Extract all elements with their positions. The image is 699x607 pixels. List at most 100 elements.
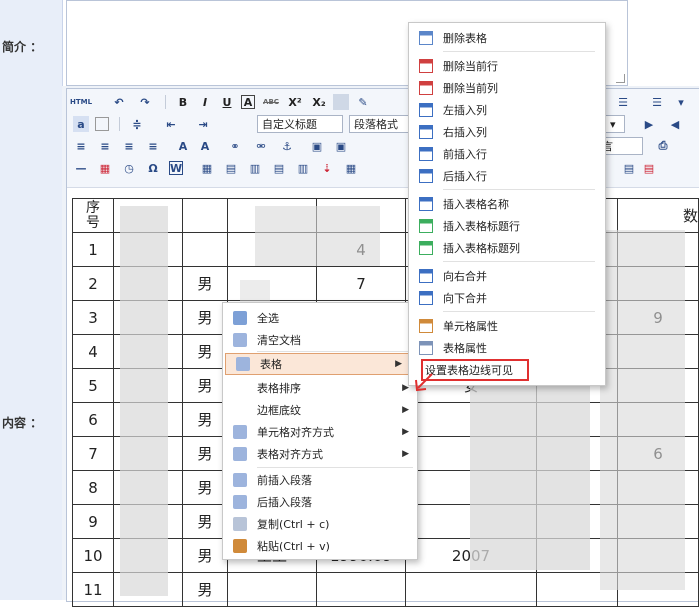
context-menu-item[interactable]: 单元格对齐方式 ▶ [223,421,417,443]
cell-gender[interactable]: 男 [182,504,228,539]
image-none-icon[interactable]: ▣ [333,138,349,154]
context-menu-item[interactable]: 边框底纹 ▶ [223,399,417,421]
bold-icon[interactable]: B [175,94,191,110]
format-painter-icon[interactable] [333,94,349,110]
word-paste-icon[interactable]: W [169,161,183,175]
align-justify-icon[interactable]: ≡ [145,138,161,154]
table-tool-icon[interactable]: ▤ [223,160,239,176]
cell-gender[interactable] [182,232,228,267]
time-icon[interactable]: ◷ [121,160,137,176]
indent-icon[interactable]: ⇥ [195,116,211,132]
italic-icon[interactable]: I [197,94,213,110]
cell-col4[interactable] [227,572,317,607]
submenu-item[interactable]: 后插入行 [409,165,605,187]
context-menu-item[interactable]: 全选 [223,307,417,329]
underline-icon[interactable]: U [219,94,235,110]
cell-col5[interactable] [316,572,406,607]
context-menu-item[interactable]: 粘贴(Ctrl + v) [223,535,417,557]
paragraph-format-select[interactable]: 段落格式 [349,115,411,133]
submenu-item[interactable]: 前插入行 [409,143,605,165]
line-height-icon[interactable]: ≑ [129,116,145,132]
cell-no[interactable]: 9 [72,504,114,539]
context-menu-item[interactable]: 后插入段落 [223,491,417,513]
anchor-icon[interactable]: ⚓ [279,138,295,154]
table-tool-5-icon[interactable]: ⇣ [319,160,335,176]
table-tool-6-icon[interactable]: ▦ [343,160,359,176]
link-icon[interactable]: ⚭ [227,138,243,154]
submenu-item[interactable]: 左插入列 [409,99,605,121]
cell-no[interactable]: 4 [72,334,114,369]
cell-col6[interactable] [405,572,537,607]
unlink-icon[interactable]: ⚮ [253,138,269,154]
table-tool-4-icon[interactable]: ▥ [295,160,311,176]
html-source-icon[interactable]: HTML [70,94,92,110]
cell-no[interactable]: 11 [72,572,114,607]
table-tool-8-icon[interactable]: ▤ [641,160,657,176]
cell-no[interactable]: 10 [72,538,114,573]
page-break-icon[interactable]: ▶ [641,116,657,132]
submenu-item[interactable]: 设置表格边线可见 [409,359,605,381]
context-menu-item[interactable]: 复制(Ctrl + c) [223,513,417,535]
redo-icon[interactable]: ↷ [137,94,153,110]
cell-no[interactable]: 5 [72,368,114,403]
text-color-icon[interactable]: a [73,116,89,132]
cell-col5[interactable]: 7 [316,266,406,301]
superscript-icon[interactable]: X² [287,94,303,110]
cell-gender[interactable]: 男 [182,538,228,573]
font-border-icon[interactable]: A [241,95,255,109]
undo-icon[interactable]: ↶ [111,94,127,110]
cell-no[interactable]: 2 [72,266,114,301]
eraser-icon[interactable]: ✎ [355,94,371,110]
submenu-item[interactable]: 删除当前列 [409,77,605,99]
rtl-icon[interactable]: ◀ [667,116,683,132]
table-tool-2-icon[interactable]: ▥ [247,160,263,176]
paragraph-spacing-icon[interactable]: ⇤ [163,116,179,132]
submenu-item[interactable]: 插入表格标题列 [409,237,605,259]
cell-gender[interactable]: 男 [182,572,228,607]
horizontal-rule-icon[interactable]: — [73,160,89,176]
submenu-item[interactable]: 插入表格标题行 [409,215,605,237]
align-right-icon[interactable]: ≡ [121,138,137,154]
special-char-icon[interactable]: Ω [145,160,161,176]
context-menu-item[interactable]: 清空文档 [223,329,417,351]
context-menu-item[interactable]: 表格排序 ▶ [223,377,417,399]
cell-gender[interactable]: 男 [182,436,228,471]
submenu-item[interactable]: 插入表格名称 [409,193,605,215]
align-center-icon[interactable]: ≡ [97,138,113,154]
context-menu-item[interactable]: 表格 ▶ [225,353,411,375]
dropdown-caret-icon[interactable]: ▾ [605,115,625,133]
align-left-icon[interactable]: ≡ [73,138,89,154]
cell-no[interactable]: 7 [72,436,114,471]
context-menu-item[interactable]: 表格对齐方式 ▶ [223,443,417,465]
cell-gender[interactable]: 男 [182,368,228,403]
font-size-icon[interactable]: A [197,138,213,154]
cell-gender[interactable]: 男 [182,334,228,369]
cell-gender[interactable]: 男 [182,266,228,301]
submenu-item[interactable]: 删除当前行 [409,55,605,77]
cell-gender[interactable]: 男 [182,300,228,335]
list-more-icon[interactable]: ▾ [673,94,689,110]
font-family-icon[interactable]: A [175,138,191,154]
submenu-item[interactable]: 删除表格 [409,27,605,49]
insert-table-icon[interactable]: ▦ [199,160,215,176]
cell-gender[interactable]: 男 [182,470,228,505]
cell-no[interactable]: 3 [72,300,114,335]
unordered-list-icon[interactable]: ☰ [649,94,665,110]
submenu-item[interactable]: 右插入列 [409,121,605,143]
submenu-item[interactable]: 向右合并 [409,265,605,287]
submenu-item[interactable]: 向下合并 [409,287,605,309]
image-left-icon[interactable]: ▣ [309,138,325,154]
table-tool-3-icon[interactable]: ▤ [271,160,287,176]
table-tool-7-icon[interactable]: ▤ [621,160,637,176]
ordered-list-icon[interactable]: ☰ [615,94,631,110]
cell-no[interactable]: 6 [72,402,114,437]
resize-grip-icon[interactable] [616,74,625,83]
context-menu-item[interactable]: 前插入段落 [223,469,417,491]
cell-no[interactable]: 1 [72,232,114,267]
submenu-item[interactable]: 表格属性 [409,337,605,359]
cell-no[interactable]: 8 [72,470,114,505]
print-icon[interactable]: ⎙ [655,138,671,154]
submenu-item[interactable]: 单元格属性 [409,315,605,337]
subscript-icon[interactable]: X₂ [311,94,327,110]
heading-select[interactable]: 自定义标题 [257,115,343,133]
